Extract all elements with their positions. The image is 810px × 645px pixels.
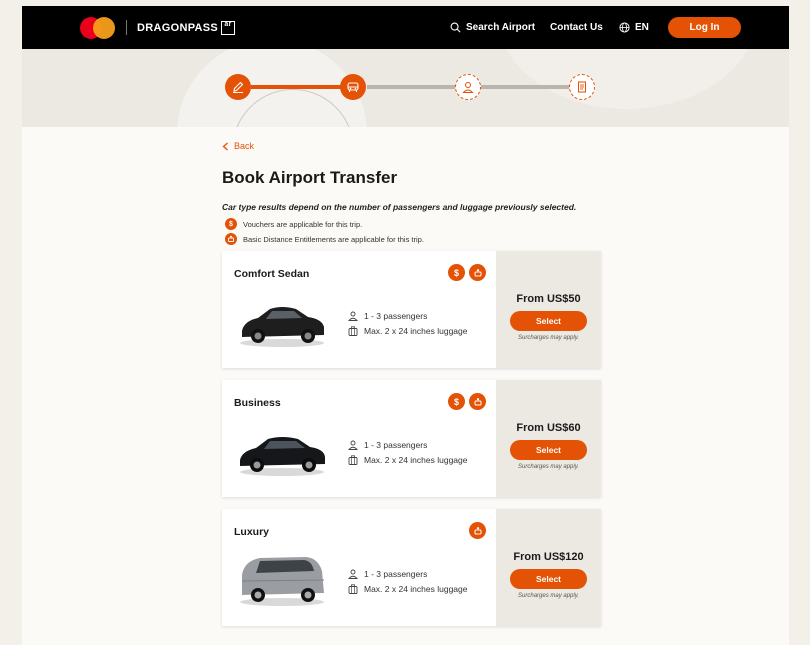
- luggage-capacity: Max. 2 x 24 inches luggage: [348, 455, 467, 465]
- luggage-capacity: Max. 2 x 24 inches luggage: [348, 584, 467, 594]
- car-option-card: Comfort Sedan $ 1 - 3 passengers Max. 2 …: [222, 251, 601, 368]
- car-type-name: Comfort Sedan: [234, 268, 310, 280]
- luggage-icon: [348, 326, 358, 336]
- search-airport-label: Search Airport: [466, 22, 536, 33]
- brand-mark: ar: [221, 21, 236, 35]
- step-car-type[interactable]: [340, 74, 366, 100]
- brand-name: DRAGONPASS: [137, 22, 219, 34]
- entitlement-info-row: Basic Distance Entitlements are applicab…: [225, 233, 424, 245]
- passenger-capacity-text: 1 - 3 passengers: [364, 311, 428, 321]
- luggage-capacity-text: Max. 2 x 24 inches luggage: [364, 455, 468, 465]
- car-price: From US$120: [513, 551, 584, 563]
- person-icon: [348, 311, 358, 321]
- search-icon: [450, 22, 461, 33]
- entitlement-icon: [225, 233, 237, 245]
- login-button[interactable]: Log In: [668, 17, 741, 38]
- car-type-name: Business: [234, 397, 281, 409]
- sedan-car-image: [240, 307, 324, 347]
- back-label: Back: [234, 141, 255, 151]
- page-title: Book Airport Transfer: [222, 168, 398, 187]
- voucher-info-text: Vouchers are applicable for this trip.: [243, 219, 363, 229]
- pencil-icon: [233, 81, 244, 93]
- entitlement-icon: [469, 264, 486, 281]
- language-selector[interactable]: EN: [619, 22, 649, 33]
- luggage-icon: [348, 455, 358, 465]
- business-car-image: [240, 437, 325, 476]
- step-passenger[interactable]: [455, 74, 481, 100]
- step-details[interactable]: [225, 74, 251, 100]
- progress-banner: [22, 49, 789, 127]
- voucher-icon: $: [448, 393, 465, 410]
- select-car-button[interactable]: Select: [510, 440, 587, 460]
- entitlement-icon: [469, 522, 486, 539]
- page-frame: DRAGONPASS ar Search Airport Contact Us …: [22, 6, 789, 645]
- mastercard-logo[interactable]: [80, 17, 116, 39]
- passenger-capacity: 1 - 3 passengers: [348, 440, 427, 450]
- perk-icons: [469, 522, 486, 539]
- entitlement-icon: [469, 393, 486, 410]
- person-icon: [348, 569, 358, 579]
- perk-icons: $: [448, 393, 486, 410]
- step-confirmation[interactable]: [569, 74, 595, 100]
- document-icon: [578, 81, 586, 93]
- globe-icon: [619, 22, 630, 33]
- selection-notice: Car type results depend on the number of…: [222, 202, 577, 212]
- perk-icons: $: [448, 264, 486, 281]
- price-panel: [496, 380, 601, 497]
- person-icon: [348, 440, 358, 450]
- entitlement-info-text: Basic Distance Entitlements are applicab…: [243, 234, 424, 244]
- car-price: From US$60: [516, 422, 581, 434]
- contact-us-link[interactable]: Contact Us: [550, 22, 603, 33]
- voucher-icon: $: [225, 218, 237, 230]
- price-panel: [496, 509, 601, 626]
- car-icon: [347, 82, 359, 92]
- luxury-van-image: [240, 557, 325, 606]
- dragonpass-logo[interactable]: DRAGONPASS ar: [137, 21, 236, 35]
- luggage-capacity-text: Max. 2 x 24 inches luggage: [364, 326, 468, 336]
- passenger-capacity: 1 - 3 passengers: [348, 569, 427, 579]
- price-panel: [496, 251, 601, 368]
- luggage-icon: [348, 584, 358, 594]
- car-option-card: Luxury 1 - 3 passengers Max. 2 x 24 inch…: [222, 509, 601, 626]
- person-icon: [462, 82, 474, 93]
- car-type-name: Luxury: [234, 526, 270, 538]
- surcharge-note: Surcharges may apply.: [518, 464, 579, 470]
- back-link[interactable]: Back: [222, 141, 254, 151]
- car-price: From US$50: [516, 293, 581, 305]
- surcharge-note: Surcharges may apply.: [518, 593, 579, 599]
- chevron-left-icon: [222, 142, 228, 150]
- luggage-capacity-text: Max. 2 x 24 inches luggage: [364, 584, 468, 594]
- select-car-button[interactable]: Select: [510, 569, 587, 589]
- voucher-info-row: $ Vouchers are applicable for this trip.: [225, 218, 362, 230]
- surcharge-note: Surcharges may apply.: [518, 335, 579, 341]
- language-label: EN: [635, 22, 649, 33]
- search-airport-link[interactable]: Search Airport: [450, 22, 535, 33]
- luggage-capacity: Max. 2 x 24 inches luggage: [348, 326, 467, 336]
- passenger-capacity: 1 - 3 passengers: [348, 311, 427, 321]
- brand-divider: [126, 20, 127, 35]
- car-option-card: Business $ 1 - 3 passengers Max. 2 x 24 …: [222, 380, 601, 497]
- select-car-button[interactable]: Select: [510, 311, 587, 331]
- top-nav-bar: DRAGONPASS ar Search Airport Contact Us …: [22, 6, 789, 49]
- voucher-icon: $: [448, 264, 465, 281]
- passenger-capacity-text: 1 - 3 passengers: [364, 440, 428, 450]
- passenger-capacity-text: 1 - 3 passengers: [364, 569, 428, 579]
